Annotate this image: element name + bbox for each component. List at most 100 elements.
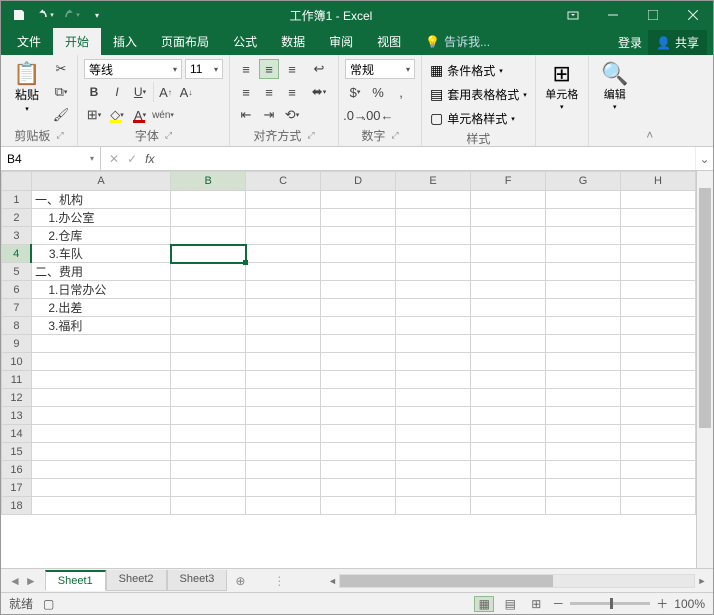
cell-E3[interactable] [396,227,471,245]
tell-me[interactable]: 💡告诉我... [413,28,502,55]
col-header-E[interactable]: E [396,172,471,191]
dialog-launcher-icon[interactable]: ⤢ [391,130,398,141]
align-center-icon[interactable]: ≡ [259,82,279,102]
cell-A14[interactable] [31,425,170,443]
cell-A6[interactable]: 1.日常办公 [31,281,170,299]
cell-D5[interactable] [321,263,396,281]
tab-insert[interactable]: 插入 [101,28,149,55]
cell-G15[interactable] [546,443,621,461]
cell-A7[interactable]: 2.出差 [31,299,170,317]
cell-F16[interactable] [471,461,546,479]
cell-H15[interactable] [621,443,696,461]
row-header-6[interactable]: 6 [2,281,32,299]
cell-D16[interactable] [321,461,396,479]
cell-G6[interactable] [546,281,621,299]
sheet-tab-Sheet1[interactable]: Sheet1 [45,570,106,591]
cell-B6[interactable] [171,281,246,299]
zoom-slider[interactable] [570,602,650,605]
grid[interactable]: ABCDEFGH1一、机构2 1.办公室3 2.仓库4 3.车队5二、费用6 1… [1,171,696,515]
paste-button[interactable]: 📋 粘贴▾ [7,57,47,114]
row-header-2[interactable]: 2 [2,209,32,227]
sheet-tab-Sheet3[interactable]: Sheet3 [167,570,228,591]
cell-C18[interactable] [246,497,321,515]
cell-E8[interactable] [396,317,471,335]
cell-H17[interactable] [621,479,696,497]
cell-C17[interactable] [246,479,321,497]
cell-A12[interactable] [31,389,170,407]
cell-B12[interactable] [171,389,246,407]
collapse-ribbon-icon[interactable]: ˄ [641,55,659,146]
cell-B17[interactable] [171,479,246,497]
normal-view-icon[interactable]: ▦ [474,596,494,612]
cell-C3[interactable] [246,227,321,245]
cell-H3[interactable] [621,227,696,245]
cell-B18[interactable] [171,497,246,515]
maximize-icon[interactable] [633,1,673,29]
cell-H4[interactable] [621,245,696,263]
cell-D2[interactable] [321,209,396,227]
increase-font-icon[interactable]: A↑ [153,82,173,102]
ribbon-options-icon[interactable] [553,1,593,29]
format-painter-icon[interactable]: 🖌 [51,105,71,125]
next-sheet-icon[interactable]: ► [25,574,37,588]
cell-C14[interactable] [246,425,321,443]
cell-E14[interactable] [396,425,471,443]
decrease-indent-icon[interactable]: ⇤ [236,105,256,125]
row-header-14[interactable]: 14 [2,425,32,443]
new-sheet-icon[interactable]: ⊕ [227,574,253,588]
macro-record-icon[interactable]: ▢ [43,597,54,611]
cell-C4[interactable] [246,245,321,263]
tab-review[interactable]: 审阅 [317,28,365,55]
cell-A2[interactable]: 1.办公室 [31,209,170,227]
italic-button[interactable]: I [107,82,127,102]
font-color-button[interactable]: A▾ [130,105,150,125]
phonetic-button[interactable]: wén▾ [153,105,173,125]
merge-center-icon[interactable]: ⬌▾ [306,82,332,102]
sheet-tab-Sheet2[interactable]: Sheet2 [106,570,167,591]
cell-B4[interactable] [171,245,246,263]
col-header-F[interactable]: F [471,172,546,191]
cell-A4[interactable]: 3.车队 [31,245,170,263]
cell-F9[interactable] [471,335,546,353]
percent-format-icon[interactable]: % [368,82,388,102]
col-header-H[interactable]: H [621,172,696,191]
row-header-17[interactable]: 17 [2,479,32,497]
align-top-icon[interactable]: ≡ [236,59,256,79]
cell-A17[interactable] [31,479,170,497]
close-icon[interactable] [673,1,713,29]
cell-F11[interactable] [471,371,546,389]
cell-F13[interactable] [471,407,546,425]
cell-E18[interactable] [396,497,471,515]
cell-A13[interactable] [31,407,170,425]
cell-C2[interactable] [246,209,321,227]
cell-E11[interactable] [396,371,471,389]
zoom-out-icon[interactable]: － [552,595,564,612]
col-header-A[interactable]: A [31,172,170,191]
col-header-D[interactable]: D [321,172,396,191]
cell-D12[interactable] [321,389,396,407]
cell-D18[interactable] [321,497,396,515]
cell-F6[interactable] [471,281,546,299]
cell-E7[interactable] [396,299,471,317]
expand-formula-bar-icon[interactable]: ⌄ [695,147,713,170]
cell-G11[interactable] [546,371,621,389]
cell-G4[interactable] [546,245,621,263]
cell-G18[interactable] [546,497,621,515]
dialog-launcher-icon[interactable]: ⤢ [56,130,63,141]
cell-D13[interactable] [321,407,396,425]
cell-B13[interactable] [171,407,246,425]
cell-G5[interactable] [546,263,621,281]
cell-G7[interactable] [546,299,621,317]
cell-G16[interactable] [546,461,621,479]
cell-B1[interactable] [171,191,246,209]
cell-E16[interactable] [396,461,471,479]
row-header-13[interactable]: 13 [2,407,32,425]
row-header-8[interactable]: 8 [2,317,32,335]
accounting-format-icon[interactable]: $▾ [345,82,365,102]
cell-E4[interactable] [396,245,471,263]
cell-F3[interactable] [471,227,546,245]
font-size-combo[interactable]: 11▾ [185,59,223,79]
cell-H1[interactable] [621,191,696,209]
cell-D7[interactable] [321,299,396,317]
cell-H14[interactable] [621,425,696,443]
